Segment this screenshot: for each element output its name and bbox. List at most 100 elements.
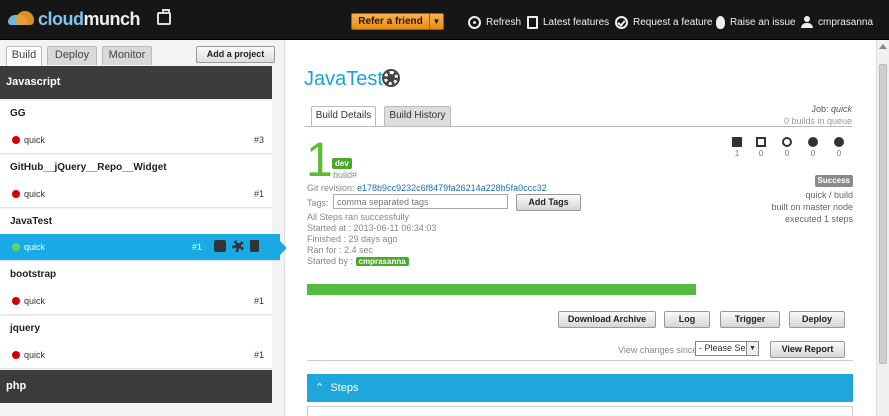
branch-badge: dev [332,158,352,169]
file-icon [756,137,766,147]
build-hash-label: build# [333,170,358,180]
refresh-label: Refresh [486,16,522,28]
project-name[interactable]: JavaTest [0,209,272,235]
job-label: Job: [811,104,829,114]
status-failed-dot [12,190,20,198]
group-header-php[interactable]: php [0,370,272,403]
refer-a-friend-label: Refer a friend [352,14,430,29]
bug-icon [808,137,818,147]
project-name[interactable]: GitHub__jQuery__Repo__Widget [0,155,272,181]
project-job-row-selected[interactable]: quick #1 [0,234,287,261]
chevron-down-icon[interactable]: ▼ [430,14,443,29]
steps-status: All Steps ran successfully [307,212,410,222]
project-sidebar: Build Deploy Monitor Add a project Javas… [0,40,287,416]
comments-count: 1 [734,149,740,158]
view-changes-label: View changes since: [618,345,700,355]
job-name: quick [24,189,46,199]
job-name: quick [24,242,46,252]
chevron-up-icon: ⌃ [315,382,325,394]
job-info: Job: quick 0 builds in queue [784,103,852,127]
comments-icon[interactable] [214,240,226,252]
user-menu[interactable]: cmprasanna [801,14,873,30]
chevron-down-icon: ▼ [746,342,758,355]
git-revision-link[interactable]: e178b9cc9232c6f8479fa26214a228b5fa0ccc32 [357,183,547,193]
cloudmunch-logo[interactable]: cloudmunch [8,8,141,30]
project-job-row[interactable]: quick #1 [0,342,272,369]
project-job-row[interactable]: quick #3 [0,127,272,154]
add-project-button[interactable]: Add a project [196,46,275,63]
tab-deploy[interactable]: Deploy [47,46,97,65]
briefcase-icon[interactable] [157,9,171,25]
add-tags-button[interactable]: Add Tags [516,194,581,211]
queue-status: 0 builds in queue [783,116,852,126]
page-title: JavaTest [304,68,383,90]
checks-count: 0 [784,149,790,158]
status-badge: Success [814,175,853,187]
refresh-icon [468,15,481,29]
users-stat[interactable]: 0 [832,137,846,158]
job-name: quick [24,135,46,145]
cloud-logo-icon [8,11,36,27]
tab-build[interactable]: Build [6,46,42,66]
project-job-row[interactable]: quick #1 [0,181,272,208]
project-name[interactable]: jquery [0,316,272,342]
git-revision-label: Git revision: [307,183,355,193]
files-count: 0 [758,149,764,158]
latest-features-label: Latest features [543,16,610,28]
finished: Finished : 29 days ago [307,234,398,244]
deploy-button[interactable]: Deploy [789,311,845,328]
scroll-up-icon[interactable] [879,44,887,49]
bugs-stat[interactable]: 0 [806,137,820,158]
status-node: built on master node [771,202,853,212]
status-failed-dot [12,351,20,359]
build-number: #1 [253,189,264,199]
project-name[interactable]: GG [0,101,272,127]
build-number-large: 1 [306,134,333,187]
tags-input[interactable] [333,194,508,209]
steps-label: Steps [330,382,359,394]
view-report-button[interactable]: View Report [770,341,845,358]
comment-icon [732,137,742,147]
group-header-javascript[interactable]: Javascript [0,66,272,99]
top-bar: cloudmunch Refer a friend ▼ Refresh Late… [0,0,889,40]
status-success-dot [12,243,20,251]
build-details-panel: JavaTest Build Details Build History Job… [286,40,876,416]
logo-text-suffix: munch [83,8,141,29]
view-changes-select[interactable]: - Please Sel ▼ [695,341,759,356]
project-job-row[interactable]: quick #1 [0,288,272,315]
project-name[interactable]: bootstrap [0,262,272,288]
download-archive-button[interactable]: Download Archive [558,311,656,328]
files-stat[interactable]: 0 [754,137,768,158]
refer-a-friend-button[interactable]: Refer a friend ▼ [351,13,444,30]
request-feature-link[interactable]: Request a feature [615,14,713,30]
scrollbar-thumb[interactable] [879,64,887,364]
build-number: #1 [253,296,264,306]
user-icon [834,137,844,147]
vertical-scrollbar[interactable] [876,40,889,416]
trash-icon[interactable] [250,240,259,252]
check-circle-icon [615,15,628,29]
user-icon [801,15,813,29]
sidebar-tabs: Build Deploy Monitor Add a project [0,40,285,66]
tab-build-details[interactable]: Build Details [311,106,376,126]
status-failed-dot [12,136,20,144]
log-button[interactable]: Log [664,311,710,328]
tab-monitor[interactable]: Monitor [102,46,152,65]
trigger-button[interactable]: Trigger [720,311,780,328]
build-status: Success quick / build built on master no… [771,174,853,225]
build-number: #1 [191,242,202,252]
gear-icon[interactable] [382,69,400,87]
started-by-user: cmprasanna [355,257,409,266]
status-failed-dot [12,297,20,305]
steps-accordion-header[interactable]: ⌃ Steps [307,374,853,402]
comments-stat[interactable]: 1 [730,137,744,158]
latest-features-link[interactable]: Latest features [527,14,609,30]
user-name: cmprasanna [818,16,874,28]
tab-build-history[interactable]: Build History [384,106,451,126]
gear-icon[interactable] [232,240,244,252]
build-progress-bar [307,284,696,295]
checks-stat[interactable]: 0 [780,137,794,158]
refresh-link[interactable]: Refresh [468,14,521,30]
raise-issue-link[interactable]: Raise an issue [714,14,796,30]
status-steps: executed 1 steps [784,214,853,224]
